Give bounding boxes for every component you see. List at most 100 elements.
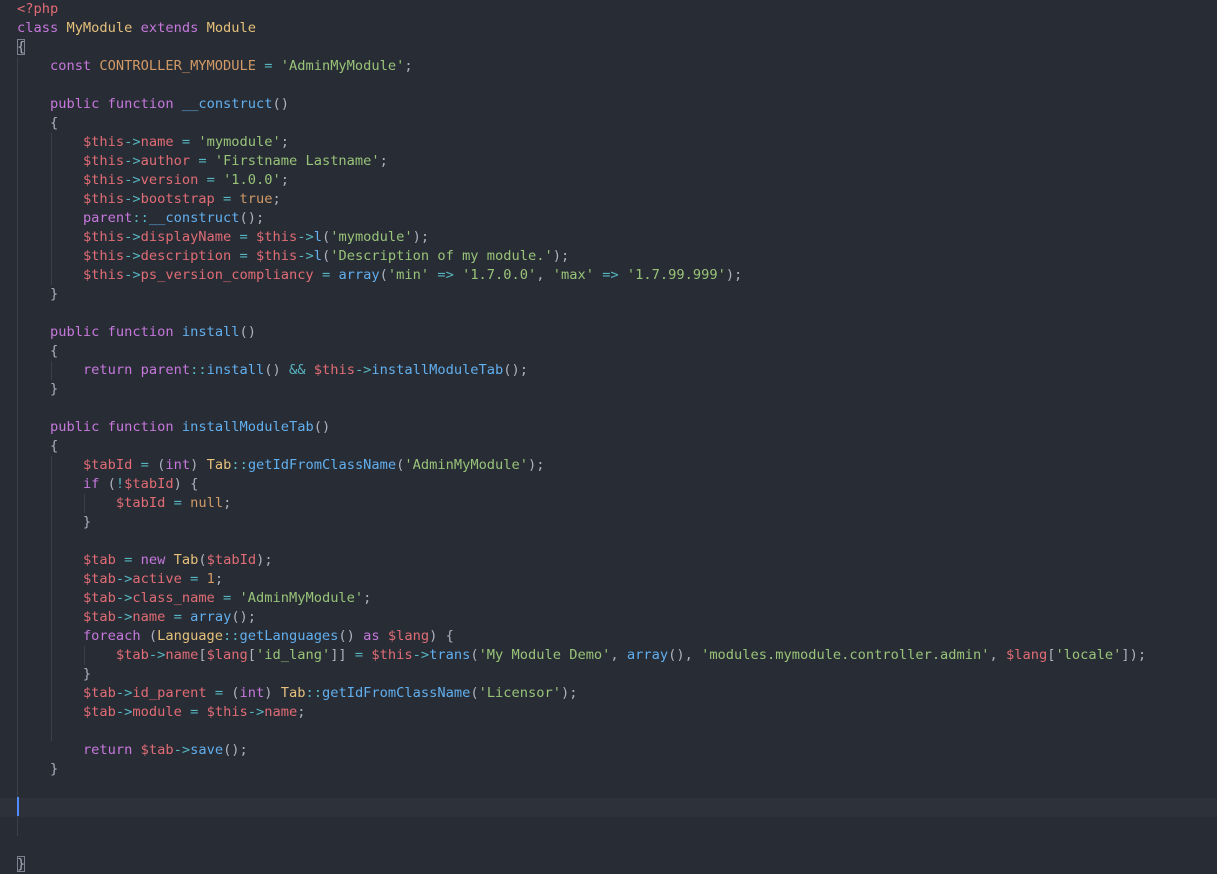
code-token: public	[49, 324, 100, 340]
code-token: author	[140, 153, 191, 169]
code-token: $this	[82, 267, 125, 283]
code-line[interactable]: $this->author = 'Firstname Lastname';	[17, 152, 388, 171]
code-token: 'Description of my module.'	[330, 248, 553, 264]
code-token: function	[107, 419, 174, 435]
code-token: (	[321, 229, 331, 245]
code-line[interactable]: public function install()	[17, 323, 256, 342]
code-token: ()	[313, 419, 331, 435]
code-line[interactable]: $tab->id_parent = (int) Tab::getIdFromCl…	[17, 684, 578, 703]
code-line[interactable]: $this->version = '1.0.0';	[17, 171, 289, 190]
code-line[interactable]: $tabId = null;	[17, 494, 231, 513]
code-token: parent	[140, 362, 191, 378]
code-editor[interactable]: <?php class MyModule extends Module{ cons…	[0, 0, 1217, 874]
code-line[interactable]: $tab = new Tab($tabId);	[17, 551, 273, 570]
code-token: $tab	[82, 590, 116, 606]
code-token: ;	[223, 495, 232, 511]
code-line[interactable]: $this->description = $this->l('Descripti…	[17, 247, 569, 266]
code-line[interactable]: $tabId = (int) Tab::getIdFromClassName('…	[17, 456, 545, 475]
code-line[interactable]: return parent::install() && $this->insta…	[17, 361, 528, 380]
code-token: $tab	[82, 552, 116, 568]
matched-bracket-close: }	[17, 856, 26, 872]
code-token: ps_version_compliancy	[140, 267, 314, 283]
code-token: ->	[297, 248, 314, 264]
code-line[interactable]: }	[17, 665, 91, 684]
code-line[interactable]	[0, 798, 1217, 817]
code-token: (	[140, 628, 158, 644]
code-token: ();	[239, 210, 265, 226]
code-line[interactable]: $tab->active = 1;	[17, 570, 223, 589]
code-token: 'max'	[552, 267, 594, 283]
code-line[interactable]: const CONTROLLER_MYMODULE = 'AdminMyModu…	[17, 57, 413, 76]
code-token: ->	[124, 229, 141, 245]
code-line[interactable]: {	[17, 114, 58, 133]
code-token: )	[264, 685, 281, 701]
code-line[interactable]: <?php	[17, 0, 58, 19]
code-token: __construct	[181, 96, 273, 112]
code-line[interactable]: $tab->class_name = 'AdminMyModule';	[17, 589, 371, 608]
code-line[interactable]: $this->name = 'mymodule';	[17, 133, 289, 152]
code-line[interactable]: $tab->name[$lang['id_lang']] = $this->tr…	[17, 646, 1146, 665]
code-line[interactable]: foreach (Language::getLanguages() as $la…	[17, 627, 454, 646]
code-token: id_parent	[132, 685, 207, 701]
code-token: getLanguages	[239, 628, 339, 644]
code-token: );	[412, 229, 430, 245]
code-token: );	[560, 685, 578, 701]
code-line[interactable]: $this->displayName = $this->l('mymodule'…	[17, 228, 429, 247]
code-token: $tab	[82, 704, 116, 720]
code-line[interactable]: }	[17, 513, 91, 532]
code-token: ::	[223, 628, 240, 644]
code-token: ::	[190, 362, 207, 378]
code-token: MyModule	[66, 20, 133, 36]
code-line[interactable]: public function __construct()	[17, 95, 289, 114]
code-line[interactable]: }	[17, 285, 58, 304]
code-token: version	[140, 172, 199, 188]
code-line[interactable]: if (!$tabId) {	[17, 475, 198, 494]
code-token: );	[552, 248, 570, 264]
code-token: =	[214, 685, 224, 701]
code-line[interactable]: }	[17, 855, 26, 874]
code-line[interactable]: {	[17, 342, 58, 361]
code-line[interactable]: $tab->module = $this->name;	[17, 703, 306, 722]
code-line[interactable]: {	[17, 437, 58, 456]
code-line[interactable]: {	[17, 38, 26, 57]
code-line[interactable]: $this->bootstrap = true;	[17, 190, 281, 209]
code-line[interactable]: $this->ps_version_compliancy = array('mi…	[17, 266, 742, 285]
code-token: 'min'	[387, 267, 430, 283]
code-token: (	[379, 267, 388, 283]
code-token: =	[140, 457, 149, 473]
code-token: function	[107, 324, 174, 340]
code-token: !	[115, 476, 125, 492]
code-token: module	[132, 704, 182, 720]
code-line[interactable]: class MyModule extends Module	[17, 19, 256, 38]
code-token: =	[264, 58, 273, 74]
code-token: );	[528, 457, 545, 473]
code-token: ;	[379, 153, 388, 169]
code-token: $tab	[115, 647, 149, 663]
code-line[interactable]: public function installModuleTab()	[17, 418, 330, 437]
code-token: =	[206, 172, 215, 188]
code-token: Tab	[280, 685, 306, 701]
code-token: (	[470, 647, 479, 663]
code-token: int	[165, 457, 191, 473]
code-line[interactable]: return $tab->save();	[17, 741, 248, 760]
code-line[interactable]: parent::__construct();	[17, 209, 264, 228]
code-line[interactable]: $tab->name = array();	[17, 608, 256, 627]
code-token: Module	[206, 20, 257, 36]
code-token: =	[198, 153, 207, 169]
code-line[interactable]: }	[17, 760, 58, 779]
code-token: return	[82, 742, 133, 758]
code-line[interactable]: }	[17, 380, 58, 399]
code-token: [	[198, 647, 207, 663]
code-token: ()	[239, 324, 257, 340]
